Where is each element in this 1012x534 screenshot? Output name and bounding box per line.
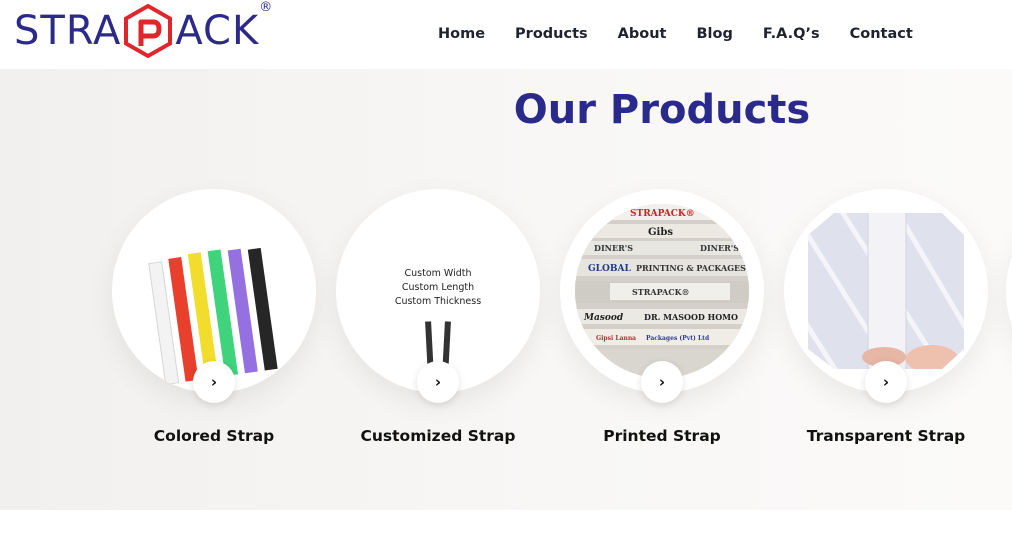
nav-about[interactable]: About	[618, 26, 667, 42]
logo-text-left: STRA	[14, 8, 122, 54]
nav-contact[interactable]: Contact	[850, 26, 913, 42]
view-product-arrow-icon[interactable]: ›	[865, 361, 907, 403]
nav-products[interactable]: Products	[515, 26, 588, 42]
print-text-10: Packages (Pvt) Ltd	[646, 335, 710, 342]
print-text-1: Gibs	[648, 227, 673, 238]
section-title: Our Products	[513, 87, 811, 133]
print-text-8: DR. MASOOD HOMO	[644, 312, 738, 322]
registered-mark: ®	[259, 0, 274, 15]
product-name[interactable]: Transparent Strap	[744, 427, 1012, 445]
strapack-logo[interactable]: STRA ACK ®	[14, 0, 272, 60]
view-product-arrow-icon[interactable]: ›	[417, 361, 459, 403]
product-card-transparent-strap[interactable]: › Transparent Strap	[784, 189, 988, 449]
page-bottom	[0, 510, 1012, 534]
print-text-3: DINER'S	[700, 243, 739, 253]
nav-home[interactable]: Home	[438, 26, 485, 42]
print-text-4: GLOBAL	[588, 264, 631, 274]
print-text-9: Gipsi Lanna	[596, 335, 636, 342]
site-header: STRA ACK ® Home Products About Blog F.A.…	[0, 0, 1012, 69]
view-product-arrow-icon[interactable]: ›	[193, 361, 235, 403]
product-card-colored-strap[interactable]: › Colored Strap	[112, 189, 316, 449]
next-product-card-partial[interactable]	[1006, 189, 1012, 393]
print-text-7: Masood	[583, 313, 624, 323]
print-text-5: PRINTING & PACKAGES	[636, 263, 746, 273]
main-nav: Home Products About Blog F.A.Q’s Contact	[438, 26, 913, 42]
print-text-2: DINER'S	[594, 243, 633, 253]
product-card-customized-strap[interactable]: Custom Width Custom Length Custom Thickn…	[336, 189, 540, 449]
logo-hexagon-icon	[124, 3, 173, 59]
print-text-0: STRAPACK®	[630, 209, 695, 219]
logo-text-right: ACK	[175, 8, 260, 54]
view-product-arrow-icon[interactable]: ›	[641, 361, 683, 403]
nav-faqs[interactable]: F.A.Q’s	[763, 26, 820, 42]
products-section: Our Products › Colored Strap Custom Widt…	[0, 69, 1012, 510]
product-card-printed-strap[interactable]: STRAPACK® Gibs DINER'S DINER'S GLOBAL PR…	[560, 189, 764, 449]
nav-blog[interactable]: Blog	[696, 26, 732, 42]
print-text-6: STRAPACK®	[632, 287, 690, 297]
